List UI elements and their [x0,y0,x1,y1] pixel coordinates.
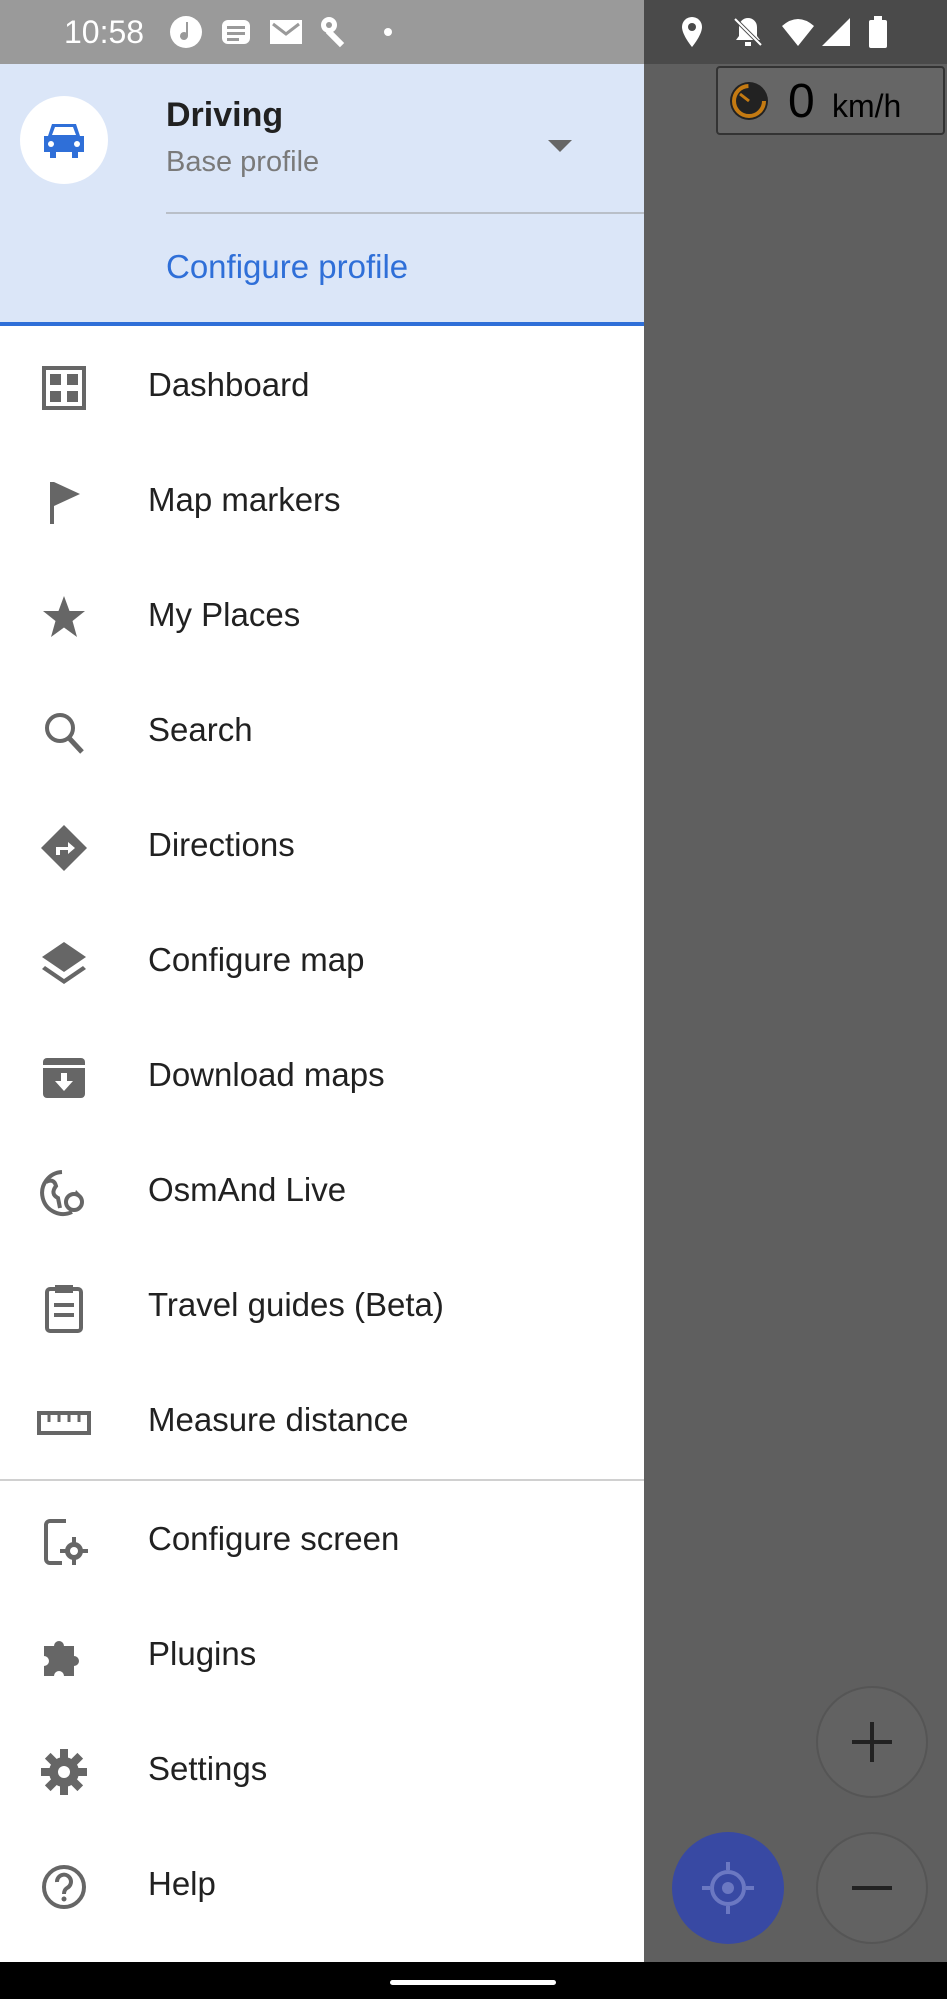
music-icon [170,16,202,48]
system-navigation-bar [0,1962,947,1999]
dot-icon [384,28,392,36]
menu-item-settings[interactable]: Settings [0,1714,644,1829]
directions-icon [41,825,87,871]
flag-icon [50,482,80,524]
menu-item-search[interactable]: Search [0,675,644,790]
layers-icon [42,942,86,984]
my-location-button[interactable] [672,1832,784,1944]
menu-item-label: Plugins [148,1635,257,1672]
menu-item-dashboard[interactable]: Dashboard [0,330,644,445]
menu-item-label: Map markers [148,481,341,518]
car-icon [44,124,84,158]
dashboard-icon [42,366,86,410]
screen-settings-icon [44,1519,88,1565]
menu-item-label: Configure map [148,941,365,978]
configure-profile-button[interactable]: Configure profile [166,248,408,286]
menu-item-help[interactable]: Help [0,1829,644,1944]
search-icon [45,713,84,754]
star-icon [43,596,85,637]
chevron-down-icon[interactable] [530,126,590,166]
zoom-in-button[interactable] [816,1686,928,1798]
battery-icon [869,16,887,48]
news-icon [222,20,250,44]
menu-item-download-maps[interactable]: Download maps [0,1020,644,1135]
mail-icon [270,20,302,44]
clipboard-icon [45,1285,83,1333]
gear-icon [41,1749,87,1795]
status-bar: 10:58 [0,0,947,64]
menu-item-label: Measure distance [148,1401,409,1438]
menu-item-my-places[interactable]: My Places [0,560,644,675]
ruler-icon [37,1411,91,1435]
menu-item-configure-map[interactable]: Configure map [0,905,644,1020]
status-time: 10:58 [64,14,145,50]
home-gesture-pill[interactable] [390,1980,556,1985]
menu-item-label: Search [148,711,253,748]
plus-icon [852,1722,892,1762]
help-icon [42,1865,86,1909]
archive-download-icon [43,1058,85,1098]
navigation-drawer: Driving Base profile Configure profile D… [0,64,644,1962]
profile-subtitle: Base profile [166,146,320,178]
menu-item-osmand-live[interactable]: OsmAnd Live [0,1135,644,1250]
profile-divider [166,212,644,214]
menu-item-travel-guides[interactable]: Travel guides (Beta) [0,1250,644,1365]
menu-item-measure-distance[interactable]: Measure distance [0,1365,644,1480]
speed-unit: km/h [832,88,902,124]
menu-item-label: Configure screen [148,1520,400,1557]
globe-refresh-icon [40,1170,84,1216]
menu-item-label: OsmAnd Live [148,1171,347,1208]
zoom-out-button[interactable] [816,1832,928,1944]
profile-avatar [20,96,108,184]
puzzle-icon [44,1640,79,1676]
menu-item-map-markers[interactable]: Map markers [0,445,644,560]
profile-header[interactable]: Driving Base profile Configure profile [0,64,644,326]
key-icon [321,17,345,48]
menu-divider [0,1479,644,1481]
menu-item-label: Download maps [148,1056,385,1093]
minus-icon [852,1886,892,1890]
location-icon [682,17,702,47]
menu-item-label: Travel guides (Beta) [148,1286,444,1323]
notifications-off-icon [733,17,763,47]
menu-item-directions[interactable]: Directions [0,790,644,905]
menu-item-label: Directions [148,826,295,863]
crosshair-icon [702,1862,754,1914]
speed-widget[interactable]: 0 km/h [716,66,945,135]
wifi-icon [782,19,814,46]
speedometer-icon [730,82,768,120]
menu-item-label: Help [148,1865,216,1902]
menu-item-plugins[interactable]: Plugins [0,1599,644,1714]
profile-name: Driving [166,96,284,134]
menu-item-label: Settings [148,1750,268,1787]
menu-item-label: Dashboard [148,366,310,403]
speed-value: 0 [788,75,815,128]
signal-icon [822,18,850,46]
menu-item-configure-screen[interactable]: Configure screen [0,1484,644,1599]
menu-item-label: My Places [148,596,301,633]
